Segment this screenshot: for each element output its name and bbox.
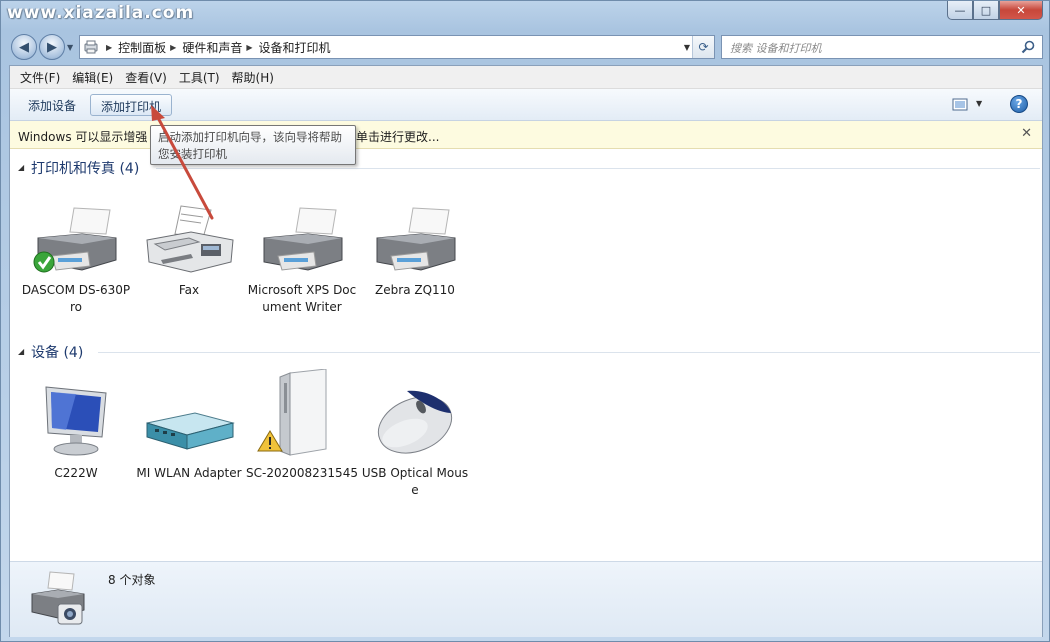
- device-usb-mouse[interactable]: USB Optical Mouse: [359, 379, 471, 499]
- device-monitor[interactable]: C222W: [20, 379, 132, 482]
- tooltip-line-1: 启动添加打印机向导，该向导将帮助: [158, 130, 342, 144]
- computer-tower-icon: [246, 369, 358, 459]
- details-pane: 8 个对象: [10, 561, 1042, 637]
- maximize-button[interactable]: □: [973, 1, 999, 20]
- add-printer-button[interactable]: 添加打印机: [90, 94, 173, 116]
- device-label[interactable]: MI WLAN Adapter: [133, 465, 245, 482]
- device-zebra-printer[interactable]: Zebra ZQ110: [359, 196, 471, 299]
- view-dropdown-icon[interactable]: ▼: [976, 99, 982, 108]
- device-wlan-adapter[interactable]: MI WLAN Adapter: [133, 379, 245, 482]
- address-bar[interactable]: ▶ 控制面板 ▶ 硬件和声音 ▶ 设备和打印机 ▼ ⟳: [79, 35, 715, 59]
- fax-icon: [133, 196, 245, 276]
- tooltip-line-2: 您安装打印机: [158, 147, 227, 161]
- group-devices-header[interactable]: ◢ 设备 (4): [16, 342, 1040, 362]
- caption-buttons: — □ ✕: [947, 1, 1043, 21]
- menu-file[interactable]: 文件(F): [14, 69, 66, 86]
- menu-tools[interactable]: 工具(T): [173, 69, 226, 86]
- device-label[interactable]: DASCOM DS-630Pro: [20, 282, 132, 316]
- device-label[interactable]: Fax: [133, 282, 245, 299]
- breadcrumb-control-panel[interactable]: 控制面板: [118, 39, 166, 56]
- watermark-text: www.xiazaila.com: [7, 3, 195, 23]
- group-devices-title[interactable]: 设备 (4): [31, 342, 83, 362]
- breadcrumb-separator-icon[interactable]: ▶: [106, 43, 112, 52]
- group-divider: [156, 168, 1040, 169]
- device-label[interactable]: Microsoft XPS Document Writer: [246, 282, 358, 316]
- recent-pages-dropdown-icon[interactable]: ▼: [67, 43, 73, 52]
- breadcrumb-devices-printers[interactable]: 设备和打印机: [259, 39, 331, 56]
- add-printer-tooltip: 启动添加打印机向导，该向导将帮助 您安装打印机: [150, 125, 356, 165]
- change-view-icon[interactable]: [952, 98, 968, 115]
- group-divider: [98, 352, 1040, 353]
- add-device-button[interactable]: 添加设备: [18, 94, 86, 116]
- control-panel-icon: [80, 36, 102, 58]
- printer-icon: [246, 196, 358, 276]
- device-xps-writer[interactable]: Microsoft XPS Document Writer: [246, 196, 358, 316]
- menu-help[interactable]: 帮助(H): [226, 69, 280, 86]
- explorer-window: www.xiazaila.com — □ ✕ ◀ ▶ ▼ ▶ 控制面板 ▶ 硬件…: [0, 0, 1050, 642]
- item-count-text: 8 个对象: [108, 573, 156, 587]
- navigation-bar: ◀ ▶ ▼ ▶ 控制面板 ▶ 硬件和声音 ▶ 设备和打印机 ▼ ⟳ 搜索 设备和…: [1, 31, 1049, 63]
- device-label[interactable]: C222W: [20, 465, 132, 482]
- address-dropdown-icon[interactable]: ▼: [684, 43, 690, 52]
- info-bar-close-icon[interactable]: ✕: [1021, 126, 1032, 141]
- search-box[interactable]: 搜索 设备和打印机: [721, 35, 1043, 59]
- help-icon[interactable]: ?: [1010, 95, 1028, 113]
- device-label[interactable]: USB Optical Mouse: [359, 465, 471, 499]
- collapse-arrow-icon[interactable]: ◢: [18, 163, 24, 172]
- menu-edit[interactable]: 编辑(E): [66, 69, 119, 86]
- minimize-button[interactable]: —: [947, 1, 973, 20]
- refresh-icon[interactable]: ⟳: [692, 36, 714, 58]
- group-printers-title[interactable]: 打印机和传真 (4): [31, 158, 139, 178]
- breadcrumb-separator-icon[interactable]: ▶: [246, 43, 252, 52]
- network-adapter-icon: [133, 379, 245, 459]
- info-bar-text-continued[interactable]: 单击进行更改...: [356, 128, 439, 145]
- mouse-icon: [359, 379, 471, 459]
- content-frame: 文件(F) 编辑(E) 查看(V) 工具(T) 帮助(H) 添加设备 添加打印机…: [9, 65, 1043, 637]
- device-dascom-printer[interactable]: DASCOM DS-630Pro: [20, 196, 132, 316]
- printer-icon: [359, 196, 471, 276]
- printer-icon: [20, 196, 132, 276]
- search-icon[interactable]: [1020, 39, 1036, 58]
- device-label[interactable]: Zebra ZQ110: [359, 282, 471, 299]
- info-bar-text[interactable]: Windows 可以显示增强: [18, 128, 147, 145]
- forward-button[interactable]: ▶: [39, 34, 65, 60]
- monitor-icon: [20, 379, 132, 459]
- menu-view[interactable]: 查看(V): [119, 69, 173, 86]
- close-button[interactable]: ✕: [999, 1, 1043, 20]
- menu-bar: 文件(F) 编辑(E) 查看(V) 工具(T) 帮助(H): [10, 66, 1042, 89]
- command-bar: 添加设备 添加打印机 ▼ ?: [10, 89, 1042, 121]
- back-button[interactable]: ◀: [11, 34, 37, 60]
- breadcrumb-hardware-sound[interactable]: 硬件和声音: [182, 39, 242, 56]
- title-bar[interactable]: www.xiazaila.com — □ ✕: [1, 1, 1049, 31]
- device-fax[interactable]: Fax: [133, 196, 245, 299]
- collapse-arrow-icon[interactable]: ◢: [18, 347, 24, 356]
- device-label[interactable]: SC-202008231545: [246, 465, 358, 482]
- device-computer[interactable]: SC-202008231545: [246, 369, 358, 482]
- devices-and-printers-icon: [28, 568, 88, 633]
- search-placeholder[interactable]: 搜索 设备和打印机: [730, 40, 822, 56]
- breadcrumb-separator-icon[interactable]: ▶: [170, 43, 176, 52]
